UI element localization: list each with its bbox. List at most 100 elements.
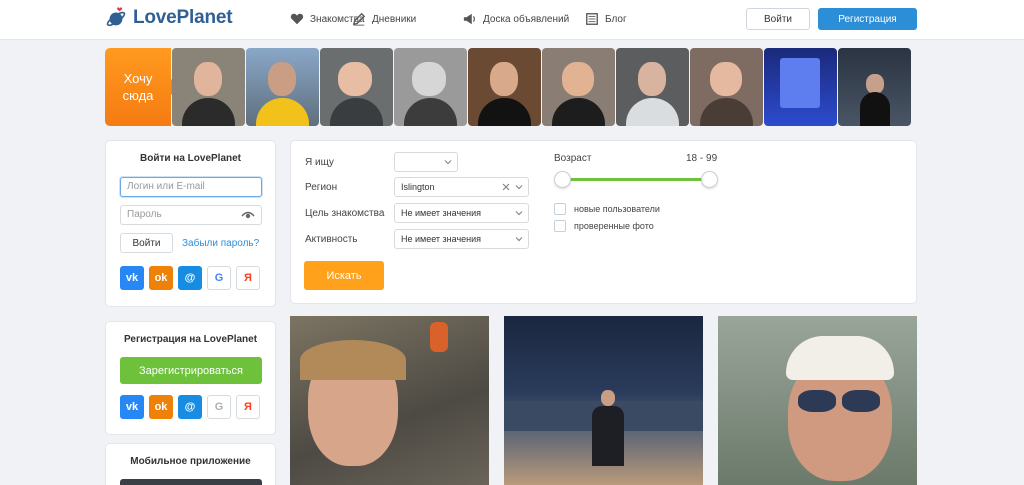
mailru-register-button[interactable]: @ — [178, 395, 202, 419]
want-here-line1: Хочу — [123, 71, 153, 86]
login-input[interactable]: Логин или E-mail — [120, 177, 262, 197]
profile-photo[interactable] — [290, 316, 489, 485]
login-social-buttons: vk ok @ G Я — [120, 266, 260, 290]
nav-diaries-label: Дневники — [372, 13, 417, 25]
register-social-buttons: vk ok @ G Я — [120, 395, 260, 419]
register-button[interactable]: Зарегистрироваться — [120, 357, 262, 384]
login-submit-button[interactable]: Войти — [120, 233, 173, 253]
new-users-label: новые пользователи — [574, 204, 660, 214]
show-password-icon[interactable] — [241, 210, 255, 220]
featured-photo[interactable] — [468, 48, 541, 126]
goal-select[interactable]: Не имеет значения — [394, 203, 529, 223]
google-icon: G — [214, 401, 224, 413]
login-card: Войти на LovePlanet Логин или E-mail Пар… — [105, 140, 276, 307]
pen-icon — [352, 12, 366, 26]
age-label: Возраст — [554, 153, 592, 164]
want-here-button[interactable]: Хочу сюда — [105, 48, 179, 126]
mailru-icon: @ — [184, 272, 196, 284]
new-users-checkbox[interactable] — [554, 203, 566, 215]
planet-logo-icon — [106, 7, 126, 27]
yandex-icon: Я — [244, 401, 252, 413]
looking-for-select[interactable] — [394, 152, 458, 172]
vk-register-button[interactable]: vk — [120, 395, 144, 419]
mobile-app-card: Мобильное приложение — [105, 443, 276, 485]
register-title: Регистрация на LovePlanet — [123, 334, 258, 345]
goal-label: Цель знакомства — [305, 208, 385, 219]
person-head — [601, 390, 615, 406]
logo-text: LovePlanet — [133, 7, 233, 28]
odnoklassniki-icon: ok — [154, 272, 168, 284]
hair-shape — [300, 340, 406, 380]
region-value: Islington — [401, 182, 435, 192]
profile-photo[interactable] — [718, 316, 917, 485]
google-register-button[interactable]: G — [207, 395, 231, 419]
region-label: Регион — [305, 182, 338, 193]
yandex-login-button[interactable]: Я — [236, 266, 260, 290]
yandex-register-button[interactable]: Я — [236, 395, 260, 419]
age-max-handle[interactable] — [701, 171, 718, 188]
mobile-app-title: Мобильное приложение — [130, 456, 251, 467]
chevron-down-icon — [515, 237, 523, 242]
featured-photo[interactable] — [172, 48, 245, 126]
sunglasses-left — [798, 390, 836, 412]
search-button[interactable]: Искать — [304, 261, 384, 290]
featured-photo[interactable] — [764, 48, 837, 126]
sunglasses-right — [842, 390, 880, 412]
region-select[interactable]: Islington — [394, 177, 529, 197]
nav-board-label: Доска объявлений — [483, 13, 570, 25]
app-store-button[interactable] — [120, 479, 262, 485]
looking-for-label: Я ищу — [305, 157, 334, 168]
nav-board[interactable]: Доска объявлений — [463, 12, 569, 26]
vk-icon: vk — [125, 401, 139, 413]
search-card: Я ищу Регион Islington Цель знакомства Н… — [290, 140, 917, 304]
activity-value: Не имеет значения — [401, 234, 482, 244]
register-card: Регистрация на LovePlanet Зарегистрирова… — [105, 321, 276, 435]
chevron-down-icon — [515, 185, 523, 190]
vk-login-button[interactable]: vk — [120, 266, 144, 290]
age-slider-track — [562, 178, 710, 181]
featured-photo[interactable] — [394, 48, 467, 126]
featured-photo[interactable] — [246, 48, 319, 126]
mailru-login-button[interactable]: @ — [178, 266, 202, 290]
heart-icon — [290, 13, 304, 25]
verified-photo-label: проверенные фото — [574, 221, 654, 231]
logo[interactable]: LovePlanet — [105, 7, 233, 29]
featured-photo[interactable] — [542, 48, 615, 126]
activity-select[interactable]: Не имеет значения — [394, 229, 529, 249]
ok-login-button[interactable]: ok — [149, 266, 173, 290]
clear-region-icon[interactable] — [502, 183, 510, 191]
header-login-button[interactable]: Войти — [746, 8, 810, 30]
profile-photo[interactable] — [504, 316, 703, 485]
odnoklassniki-icon: ok — [154, 401, 168, 413]
featured-photo[interactable] — [838, 48, 911, 126]
featured-photo[interactable] — [616, 48, 689, 126]
want-here-line2: сюда — [122, 88, 154, 103]
nav-blog[interactable]: Блог — [585, 12, 627, 26]
login-title: Войти на LovePlanet — [139, 153, 242, 164]
forgot-password-link[interactable]: Забыли пароль? — [182, 238, 259, 249]
yandex-icon: Я — [244, 272, 252, 284]
vk-icon: vk — [125, 272, 139, 284]
mailru-icon: @ — [184, 401, 196, 413]
newspaper-icon — [586, 13, 598, 25]
goal-value: Не имеет значения — [401, 208, 482, 218]
person-body — [592, 406, 624, 466]
header-register-button[interactable]: Регистрация — [818, 8, 917, 30]
megaphone-icon — [463, 13, 475, 25]
header: LovePlanet Знакомства Дневники Доска объ… — [0, 0, 1024, 40]
nav-diaries[interactable]: Дневники — [352, 12, 416, 26]
featured-photo[interactable] — [690, 48, 763, 126]
verified-photo-checkbox[interactable] — [554, 220, 566, 232]
nav-blog-label: Блог — [605, 13, 627, 25]
ok-register-button[interactable]: ok — [149, 395, 173, 419]
google-login-button[interactable]: G — [207, 266, 231, 290]
chevron-down-icon — [444, 160, 452, 165]
chevron-down-icon — [515, 211, 523, 216]
age-min-handle[interactable] — [554, 171, 571, 188]
background-figure — [430, 322, 448, 352]
activity-label: Активность — [305, 234, 358, 245]
featured-photo[interactable] — [320, 48, 393, 126]
featured-photo-strip: Хочу сюда — [105, 48, 917, 126]
cap-shape — [786, 336, 894, 380]
age-range-value: 18 - 99 — [686, 153, 718, 164]
